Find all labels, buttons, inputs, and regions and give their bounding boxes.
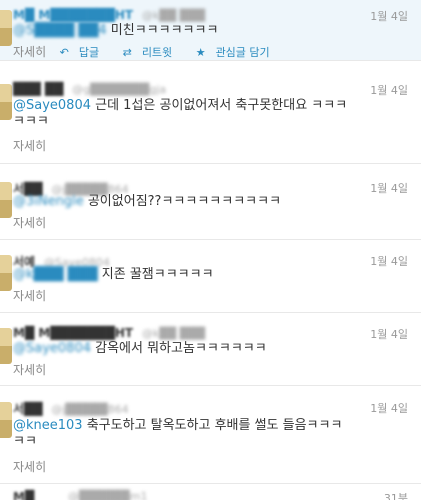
details-link[interactable]: 자세히 xyxy=(13,458,46,475)
tweet-text: @knee103 축구도하고 탈옥도하고 후배를 썰도 들음ㅋㅋㅋ ㅋㅋ xyxy=(13,418,408,450)
retweet-button[interactable]: ⇄ 리트윗 xyxy=(123,44,183,60)
avatar[interactable] xyxy=(0,328,12,364)
tweet-text: @3iNengle 공이없어짐??ㅋㅋㅋㅋㅋㅋㅋㅋㅋㅋ xyxy=(13,194,408,210)
tweet-timestamp[interactable]: 1월 4일 xyxy=(370,8,408,24)
tweet-author-handle[interactable]: @k██ ███ xyxy=(142,9,205,22)
tweet-timestamp[interactable]: 1월 4일 xyxy=(370,82,408,98)
mention-link[interactable]: @S████ ██4 xyxy=(13,23,107,38)
tweet-text: @Saye0804 감옥에서 뭐하고놈ㅋㅋㅋㅋㅋㅋ xyxy=(13,341,408,357)
tweet-text-content: 근데 1섭은 공이없어져서 축구못한대요 ㅋㅋㅋ xyxy=(91,98,348,113)
tweet-item[interactable]: 서예 @Saye0804 1월 4일 @k███ ███ 지존 꿀잼ㅋㅋㅋㅋㅋ … xyxy=(0,245,421,313)
star-icon: ★ xyxy=(195,46,206,59)
tweet-author-name[interactable]: M█ M███████HT xyxy=(13,8,133,22)
tweet-text: @S████ ██4 미친ㅋㅋㅋㅋㅋㅋㅋ xyxy=(13,23,408,39)
reply-icon: ↶ xyxy=(59,46,69,59)
tweet-item[interactable]: M█ M███████HT @k██ ███ 1월 4일 @Saye0804 감… xyxy=(0,318,421,386)
tweet-author-handle[interactable]: @g███████gja xyxy=(72,83,166,96)
details-link[interactable]: 자세히 xyxy=(13,287,46,304)
tweet-text-continuation: ㅋㅋㅋ xyxy=(13,114,49,129)
favorite-button[interactable]: ★ 관심글 담기 xyxy=(196,44,280,60)
avatar[interactable] xyxy=(0,84,12,120)
tweet-item-partial[interactable]: M█ @██████m1 31분 xyxy=(13,490,421,500)
tweet-author-handle[interactable]: @██████m1 xyxy=(68,490,147,500)
mention-link[interactable]: @knee103 xyxy=(13,418,83,433)
tweet-text-content: 축구도하고 탈옥도하고 후배를 썰도 들음ㅋㅋㅋ xyxy=(82,418,343,433)
tweet-text-content: 공이없어짐??ㅋㅋㅋㅋㅋㅋㅋㅋㅋㅋ xyxy=(83,194,282,209)
tweet-timestamp[interactable]: 1월 4일 xyxy=(370,400,408,416)
tweet-item[interactable]: 서██ @j█████864 1월 4일 @3iNengle 공이없어짐??ㅋㅋ… xyxy=(0,172,421,240)
tweet-item[interactable]: M█ M███████HT @k██ ███ 1월 4일 @S████ ██4 … xyxy=(0,0,421,61)
details-link[interactable]: 자세히 xyxy=(13,43,46,60)
avatar[interactable] xyxy=(0,10,12,46)
tweet-author-name[interactable]: M█ xyxy=(13,490,34,500)
tweet-author-name[interactable]: ███ ██ xyxy=(13,82,63,96)
mention-link[interactable]: @3iNengle xyxy=(13,194,84,209)
tweet-text: @k███ ███ 지존 꿀잼ㅋㅋㅋㅋㅋ xyxy=(13,267,408,283)
tweet-timestamp[interactable]: 1월 4일 xyxy=(370,326,408,342)
retweet-icon: ⇄ xyxy=(122,46,132,59)
details-link[interactable]: 자세히 xyxy=(13,214,46,231)
tweet-author-handle[interactable]: @j█████864 xyxy=(51,403,128,416)
tweet-author-name[interactable]: 서██ xyxy=(13,402,43,416)
tweet-timestamp[interactable]: 31분 xyxy=(384,490,408,500)
avatar[interactable] xyxy=(0,402,12,438)
reply-label: 답글 xyxy=(78,46,100,59)
tweet-text: @Saye0804 근데 1섭은 공이없어져서 축구못한대요 ㅋㅋㅋ ㅋㅋㅋ xyxy=(13,98,408,130)
mention-link[interactable]: @Saye0804 xyxy=(13,341,91,356)
tweet-text-content: 미친ㅋㅋㅋㅋㅋㅋㅋ xyxy=(106,23,219,38)
mention-link[interactable]: @Saye0804 xyxy=(13,98,91,113)
avatar[interactable] xyxy=(0,255,12,291)
favorite-label: 관심글 담기 xyxy=(215,46,270,59)
tweet-text-content: 지존 꿀잼ㅋㅋㅋㅋㅋ xyxy=(97,267,214,282)
tweet-item[interactable]: ███ ██ @g███████gja 1월 4일 @Saye0804 근데 1… xyxy=(0,74,421,164)
tweet-item[interactable]: 서██ @j█████864 1월 4일 @knee103 축구도하고 탈옥도하… xyxy=(0,392,421,484)
reply-button[interactable]: ↶ 답글 xyxy=(60,44,109,60)
tweet-feed: M█ M███████HT @k██ ███ 1월 4일 @S████ ██4 … xyxy=(0,0,421,500)
avatar[interactable] xyxy=(0,182,12,218)
tweet-author-handle[interactable]: @k██ ███ xyxy=(142,327,205,340)
mention-link[interactable]: @k███ ███ xyxy=(13,267,98,282)
tweet-text-content: 감옥에서 뭐하고놈ㅋㅋㅋㅋㅋㅋ xyxy=(91,341,267,356)
retweet-label: 리트윗 xyxy=(141,46,173,59)
tweet-actions: 자세히 ↶ 답글 ⇄ 리트윗 ★ 관심글 담기 xyxy=(13,43,290,60)
details-link[interactable]: 자세히 xyxy=(13,361,46,378)
tweet-text-continuation: ㅋㅋ xyxy=(13,434,37,449)
tweet-author-name[interactable]: M█ M███████HT xyxy=(13,326,133,340)
details-link[interactable]: 자세히 xyxy=(13,137,46,154)
